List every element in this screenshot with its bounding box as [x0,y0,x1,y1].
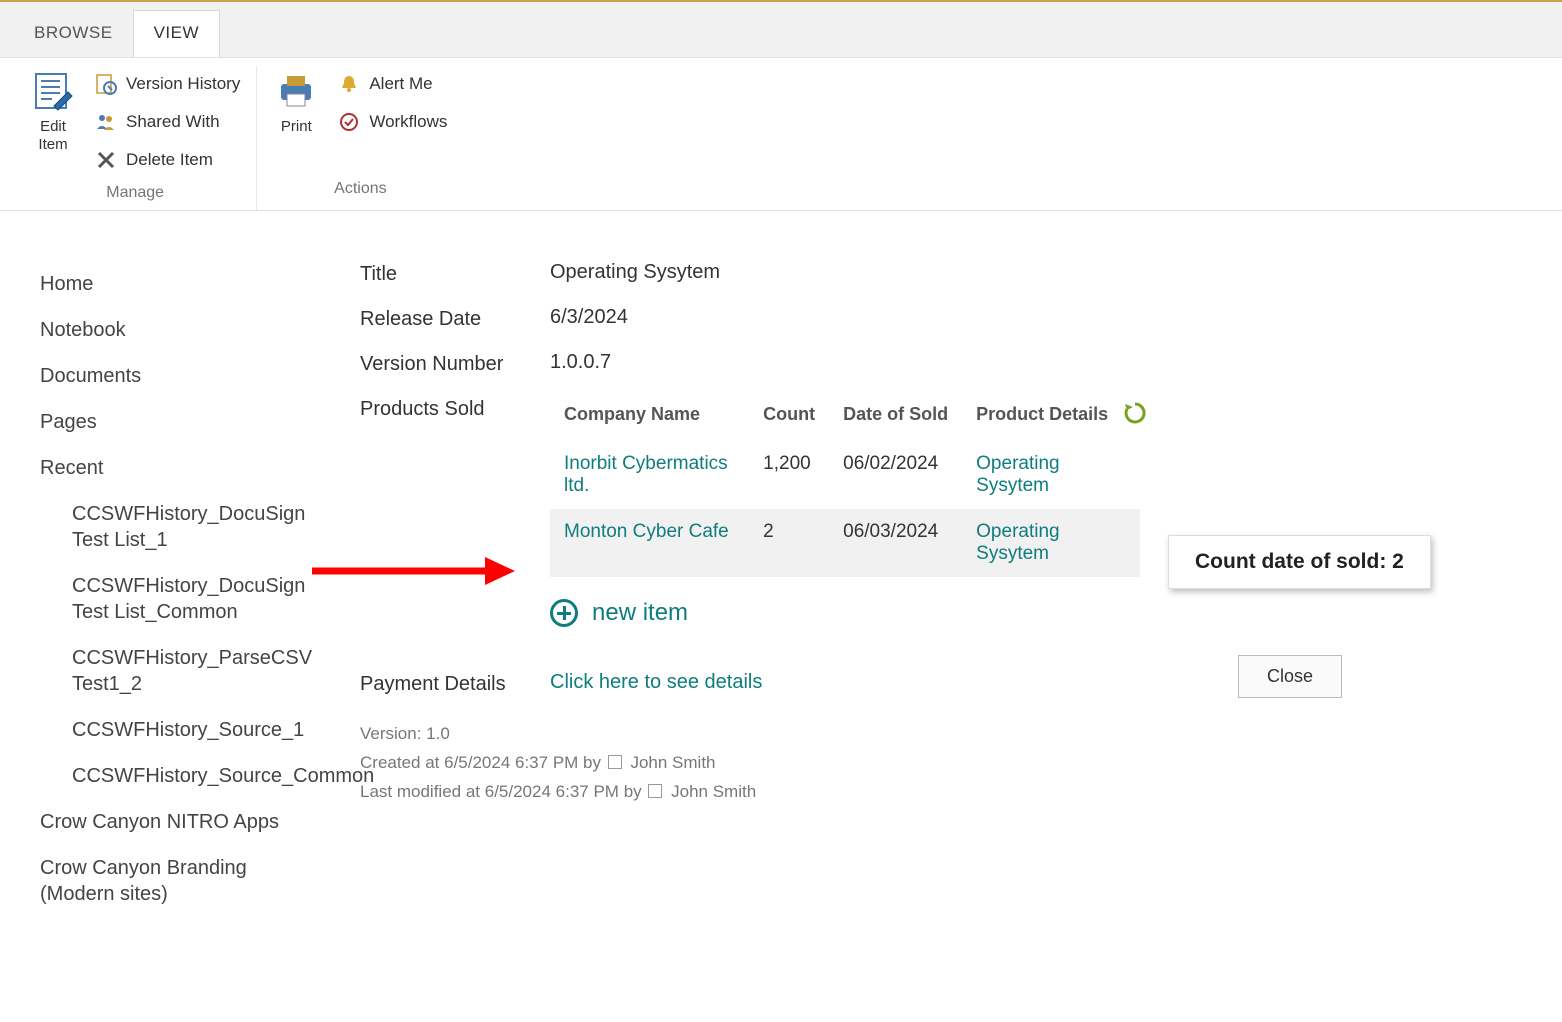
date-cell: 06/02/2024 [829,441,962,509]
nav-recent-item[interactable]: CCSWFHistory_DocuSign Test List_1 [72,491,300,563]
date-cell: 06/03/2024 [829,509,962,577]
shared-with-button[interactable]: Shared With [88,106,246,138]
col-count[interactable]: Count [749,396,829,441]
col-details[interactable]: Product Details [962,396,1140,441]
tab-view[interactable]: VIEW [133,10,220,57]
details-link[interactable]: Operating Sysytem [976,521,1059,564]
tabs-bar: BROWSE VIEW [0,2,1562,58]
workflows-icon [337,110,361,134]
created-line: Created at 6/5/2024 6:37 PM by John Smit… [360,749,1522,778]
count-cell: 2 [749,509,829,577]
table-row: Inorbit Cybermatics ltd. 1,200 06/02/202… [550,441,1140,509]
modified-line: Last modified at 6/5/2024 6:37 PM by Joh… [360,778,1522,807]
alert-me-button[interactable]: Alert Me [331,68,453,100]
delete-icon [94,148,118,172]
products-table: Company Name Count Date of Sold Product … [550,396,1140,577]
title-label: Title [360,261,550,286]
release-date-label: Release Date [360,306,550,331]
shared-with-label: Shared With [126,112,220,132]
edit-item-button[interactable]: Edit Item [24,66,82,156]
delete-item-label: Delete Item [126,150,213,170]
details-link[interactable]: Operating Sysytem [976,453,1059,496]
new-item-button[interactable]: new item [550,599,1140,627]
ribbon-group-actions: Print Alert Me [257,66,463,210]
bell-icon [337,72,361,96]
ribbon-group-manage: Edit Item Version History [14,66,257,210]
edit-item-icon [30,68,76,114]
user-presence-icon [608,755,622,769]
col-company[interactable]: Company Name [550,396,749,441]
print-button[interactable]: Print [267,66,325,138]
ribbon-group-actions-label: Actions [267,172,453,202]
modified-user[interactable]: John Smith [671,782,756,801]
left-nav: Home Notebook Documents Pages Recent CCS… [0,231,320,917]
payment-details-link[interactable]: Click here to see details [550,671,762,696]
company-link[interactable]: Inorbit Cybermatics ltd. [564,453,728,496]
print-icon [273,68,319,114]
version-history-button[interactable]: Version History [88,68,246,100]
payment-details-label: Payment Details [360,671,550,696]
edit-item-label: Edit Item [38,118,67,154]
nav-branding[interactable]: Crow Canyon Branding (Modern sites) [40,845,300,917]
window: BROWSE VIEW [0,0,1562,1022]
products-table-wrap: Company Name Count Date of Sold Product … [550,396,1140,627]
version-line: Version: 1.0 [360,720,1522,749]
version-number-value: 1.0.0.7 [550,351,611,376]
tab-browse[interactable]: BROWSE [14,11,133,57]
table-row: Monton Cyber Cafe 2 06/03/2024 Operating… [550,509,1140,577]
workflows-button[interactable]: Workflows [331,106,453,138]
ribbon-group-manage-label: Manage [24,176,246,206]
version-history-label: Version History [126,74,240,94]
delete-item-button[interactable]: Delete Item [88,144,246,176]
version-number-label: Version Number [360,351,550,376]
new-item-label: new item [592,599,688,627]
shared-with-icon [94,110,118,134]
close-button[interactable]: Close [1238,655,1342,698]
nav-recent-item[interactable]: CCSWFHistory_Source_1 [72,707,300,753]
print-label: Print [281,118,312,136]
version-history-icon [94,72,118,96]
release-date-value: 6/3/2024 [550,306,628,331]
nav-recent-item[interactable]: CCSWFHistory_DocuSign Test List_Common [72,563,300,635]
nav-recent[interactable]: Recent [40,445,300,491]
body-area: Home Notebook Documents Pages Recent CCS… [0,211,1562,917]
count-cell: 1,200 [749,441,829,509]
title-value: Operating Sysytem [550,261,720,286]
products-sold-label: Products Sold [360,396,550,421]
nav-recent-item[interactable]: CCSWFHistory_ParseCSV Test1_2 [72,635,300,707]
plus-icon [550,599,578,627]
annotation-arrow [310,551,520,591]
workflows-label: Workflows [369,112,447,132]
col-date[interactable]: Date of Sold [829,396,962,441]
nav-recent-item[interactable]: CCSWFHistory_Source_Common [72,753,300,799]
nav-notebook[interactable]: Notebook [40,307,300,353]
nav-pages[interactable]: Pages [40,399,300,445]
user-presence-icon [648,784,662,798]
nav-nitro-apps[interactable]: Crow Canyon NITRO Apps [40,799,300,845]
alert-me-label: Alert Me [369,74,432,94]
created-user[interactable]: John Smith [630,753,715,772]
company-link[interactable]: Monton Cyber Cafe [564,521,729,542]
version-meta: Version: 1.0 Created at 6/5/2024 6:37 PM… [360,720,1522,807]
refresh-icon[interactable] [1122,400,1148,431]
ribbon: Edit Item Version History [0,58,1562,211]
nav-home[interactable]: Home [40,261,300,307]
nav-documents[interactable]: Documents [40,353,300,399]
count-date-of-sold-box: Count date of sold: 2 [1168,535,1431,589]
content-area: Title Operating Sysytem Release Date 6/3… [320,231,1562,917]
